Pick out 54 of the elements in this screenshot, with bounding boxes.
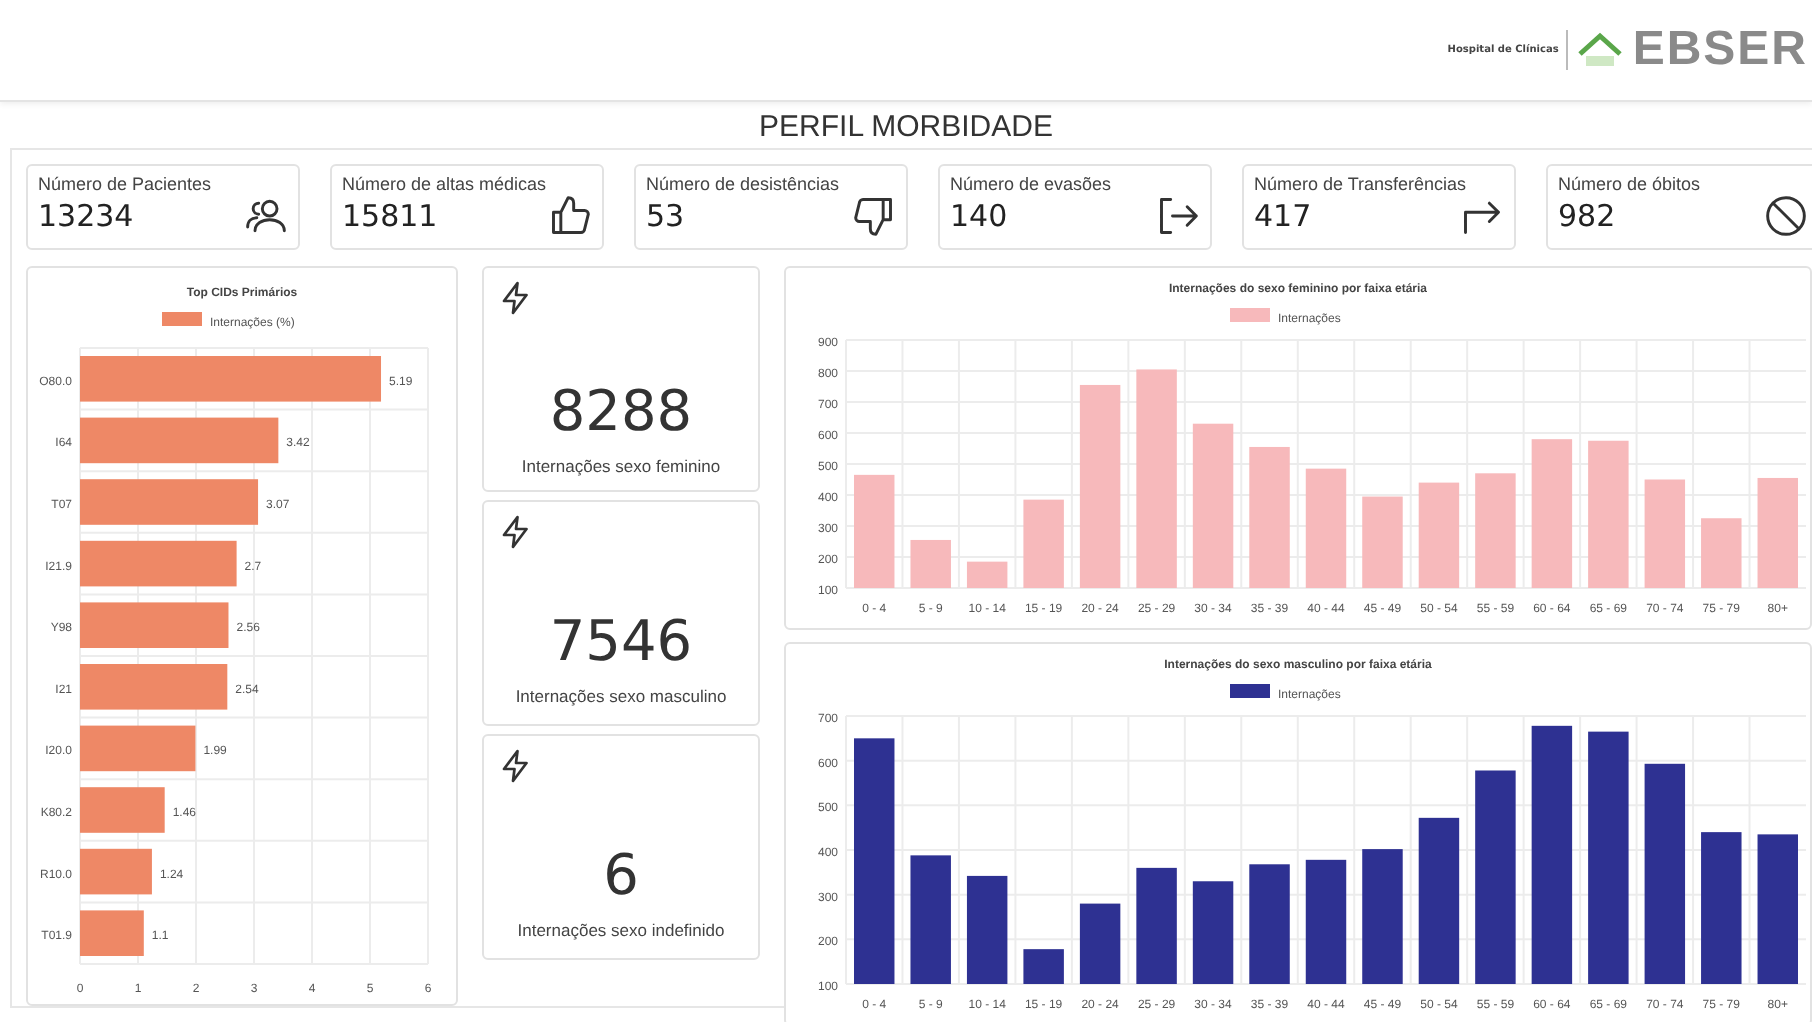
bar xyxy=(966,561,1008,588)
stat-value: 8288 xyxy=(549,384,693,440)
bar xyxy=(1475,473,1516,588)
stat-value: 7546 xyxy=(549,614,693,670)
page-title: PERFIL MORBIDADE xyxy=(757,110,1055,144)
bar xyxy=(854,474,895,588)
bar xyxy=(1023,949,1064,984)
bar xyxy=(1249,446,1290,588)
bar xyxy=(966,875,1008,984)
prohibited-icon xyxy=(1764,194,1808,238)
exit-arrow-icon xyxy=(1156,194,1200,238)
bar xyxy=(80,725,196,772)
kpi-label: Número de Pacientes xyxy=(38,174,214,194)
thumbs-up-icon xyxy=(548,194,592,238)
house-logo-icon xyxy=(1576,30,1625,70)
bar xyxy=(1136,867,1177,984)
bar xyxy=(1644,479,1686,588)
lightning-icon xyxy=(498,514,534,550)
lightning-icon xyxy=(498,280,534,316)
bar xyxy=(80,910,144,956)
bar xyxy=(910,539,951,588)
bar xyxy=(1023,499,1064,588)
bar xyxy=(1701,518,1742,588)
stat-label: Internações sexo feminino xyxy=(521,456,721,476)
bar xyxy=(1249,864,1290,984)
bar xyxy=(1079,903,1121,984)
kpi-label: Número de evasões xyxy=(950,174,1114,194)
bar xyxy=(1757,477,1798,588)
users-icon xyxy=(244,194,288,238)
kpi-label: Número de altas médicas xyxy=(342,174,549,194)
bar xyxy=(1418,482,1460,588)
kpi-label: Número de óbitos xyxy=(1558,174,1703,194)
bar xyxy=(80,848,152,895)
kpi-value: 417 xyxy=(1254,198,1312,234)
stat-label: Internações sexo masculino xyxy=(515,686,727,706)
bar xyxy=(1305,859,1347,984)
bar xyxy=(910,855,951,984)
kpi-label: Número de Transferências xyxy=(1254,174,1469,194)
bar xyxy=(80,787,165,833)
kpi-value: 140 xyxy=(950,198,1008,234)
kpi-value: 13234 xyxy=(38,198,134,234)
thumbs-down-icon xyxy=(852,194,896,238)
bar xyxy=(1362,849,1403,984)
kpi-value: 53 xyxy=(646,198,685,234)
kpi-value: 15811 xyxy=(342,198,438,234)
bar xyxy=(1305,468,1347,588)
stat-label: Internações sexo indefinido xyxy=(517,920,725,940)
lightning-icon xyxy=(498,748,534,784)
bar xyxy=(1192,881,1234,984)
brand-logo-text: EBSER xyxy=(1632,22,1808,78)
kpi-value: 982 xyxy=(1558,198,1616,234)
stat-value: 6 xyxy=(603,848,639,904)
kpi-label: Número de desistências xyxy=(646,174,842,194)
bar xyxy=(1362,496,1403,588)
